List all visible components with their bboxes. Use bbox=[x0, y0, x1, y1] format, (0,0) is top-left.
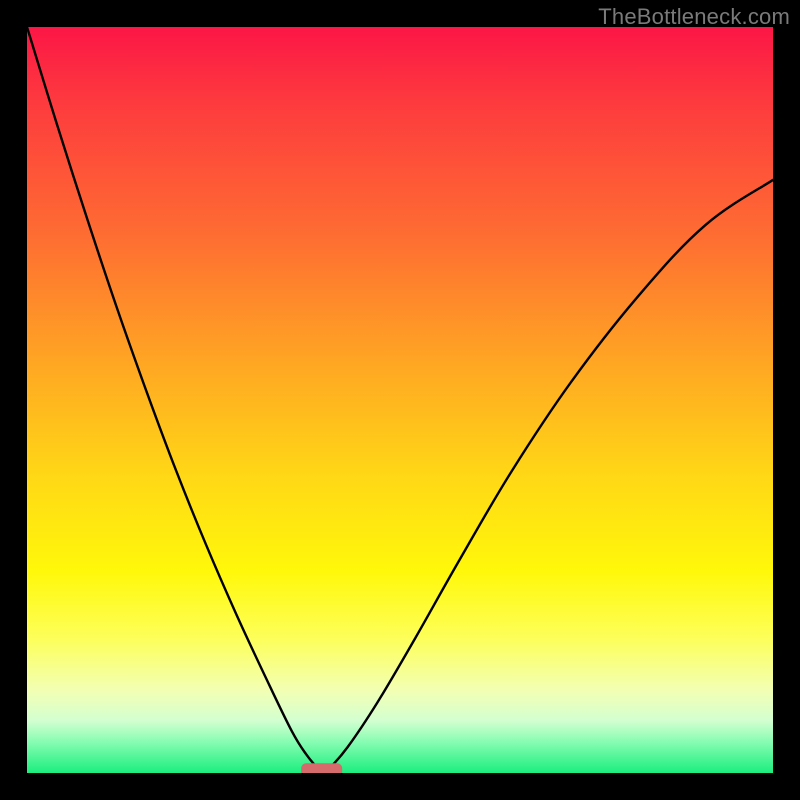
plot-area bbox=[27, 27, 773, 773]
chart-frame: TheBottleneck.com bbox=[0, 0, 800, 800]
attribution-text: TheBottleneck.com bbox=[598, 4, 790, 30]
curve-left-branch bbox=[27, 27, 322, 773]
curve-layer bbox=[27, 27, 773, 773]
curve-right-branch bbox=[322, 180, 773, 773]
min-marker bbox=[301, 763, 342, 773]
